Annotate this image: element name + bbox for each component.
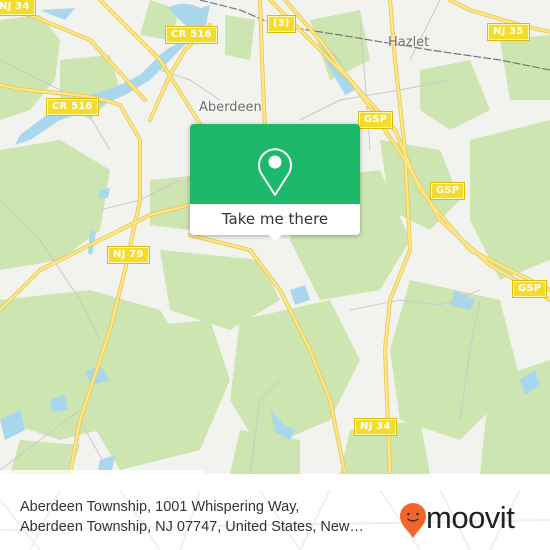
road-shield-nj35: NJ 35 (487, 23, 530, 41)
road-shield-gsp: GSP (429, 182, 466, 200)
map-view[interactable]: Aberdeen Hazlet NJ 34 CR 516 CR 516 (3) … (0, 0, 550, 474)
address-line-1: Aberdeen Township, 1001 Whispering Way, (20, 499, 300, 515)
road-shield-nj34: NJ 34 (0, 0, 36, 16)
location-popup[interactable]: Take me there (190, 124, 360, 242)
map-attribution[interactable]: © OpenStreetMap contributors (0, 470, 205, 474)
road-shield-route3: (3) (267, 15, 296, 33)
take-me-there-button[interactable]: Take me there (190, 204, 360, 235)
address-line-2: Aberdeen Township, NJ 07747, United Stat… (20, 519, 364, 535)
moovit-logo[interactable]: moovit (398, 500, 538, 540)
address-text: Aberdeen Township, 1001 Whispering Way, … (20, 497, 395, 537)
popup-header (190, 124, 360, 204)
place-label-hazlet: Hazlet (388, 35, 430, 50)
place-label-aberdeen: Aberdeen (199, 100, 262, 115)
moovit-pin-icon (400, 503, 426, 538)
location-pin-icon (258, 148, 292, 196)
moovit-wordmark: moovit (426, 500, 515, 535)
road-shield-nj79: NJ 79 (107, 246, 150, 264)
road-shield-nj34: NJ 34 (354, 418, 397, 436)
road-shield-gsp: GSP (357, 111, 394, 129)
footer: Aberdeen Township, 1001 Whispering Way, … (0, 490, 550, 550)
road-shield-cr516: CR 516 (46, 98, 99, 116)
popup-pointer (266, 232, 284, 242)
road-shield-gsp: GSP (511, 280, 548, 298)
road-shield-cr516: CR 516 (165, 26, 218, 44)
